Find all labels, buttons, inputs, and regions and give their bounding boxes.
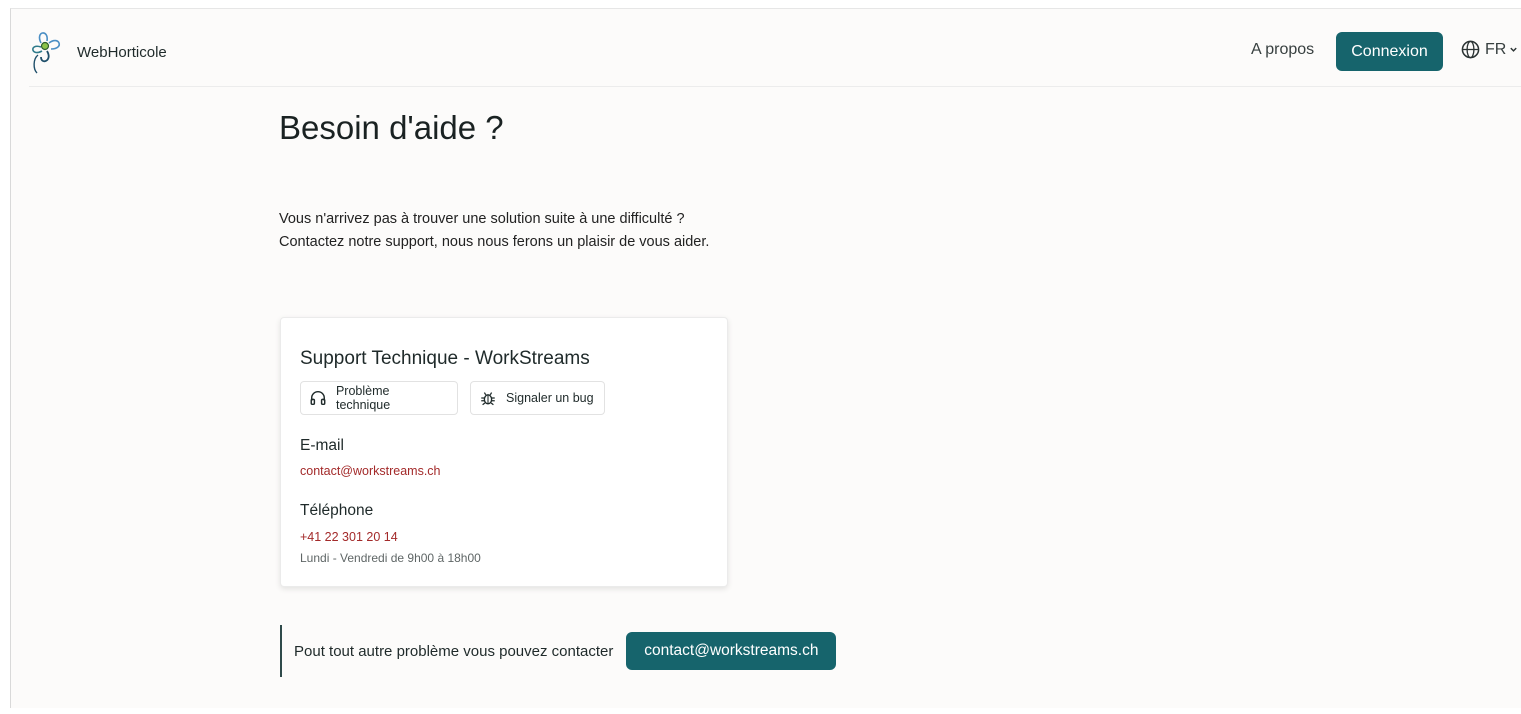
- other-contact-callout: Pout tout autre problème vous pouvez con…: [280, 625, 837, 677]
- phone-link[interactable]: +41 22 301 20 14: [300, 530, 398, 544]
- chip-technical-problem[interactable]: Problème technique: [300, 381, 458, 415]
- intro-text: Vous n'arrivez pas à trouver une solutio…: [279, 208, 709, 254]
- contact-email-button[interactable]: contact@workstreams.ch: [626, 632, 837, 670]
- intro-line-1: Vous n'arrivez pas à trouver une solutio…: [279, 211, 685, 227]
- chip-label: Signaler un bug: [506, 391, 594, 405]
- page-title: Besoin d'aide ?: [279, 109, 504, 146]
- logo-icon: [32, 32, 60, 74]
- other-contact-text: Pout tout autre problème vous pouvez con…: [294, 642, 614, 660]
- headphones-icon: [310, 391, 326, 406]
- globe-icon: [1461, 40, 1480, 59]
- phone-label: Téléphone: [300, 502, 374, 519]
- language-code: FR: [1485, 40, 1507, 58]
- bug-icon: [481, 392, 495, 406]
- email-label: E-mail: [300, 437, 344, 454]
- intro-line-2: Contactez notre support, nous nous feron…: [279, 234, 710, 250]
- opening-hours: Lundi - Vendredi de 9h00 à 18h00: [300, 551, 481, 565]
- brand[interactable]: WebHorticole: [29, 29, 167, 75]
- app-window: WebHorticole A propos Connexion FR Besoi…: [10, 8, 1521, 708]
- language-selector[interactable]: FR: [1461, 40, 1518, 59]
- nav-link-about[interactable]: A propos: [1251, 41, 1314, 59]
- card-title: Support Technique - WorkStreams: [300, 348, 590, 369]
- support-card: Support Technique - WorkStreams Problème…: [280, 317, 728, 587]
- login-button[interactable]: Connexion: [1336, 32, 1443, 71]
- chip-report-bug[interactable]: Signaler un bug: [470, 381, 605, 415]
- email-link[interactable]: contact@workstreams.ch: [300, 464, 441, 478]
- chevron-down-icon: [1510, 47, 1518, 52]
- top-navbar: WebHorticole A propos Connexion FR: [29, 9, 1521, 87]
- brand-name: WebHorticole: [77, 43, 167, 61]
- chip-label: Problème technique: [335, 384, 391, 412]
